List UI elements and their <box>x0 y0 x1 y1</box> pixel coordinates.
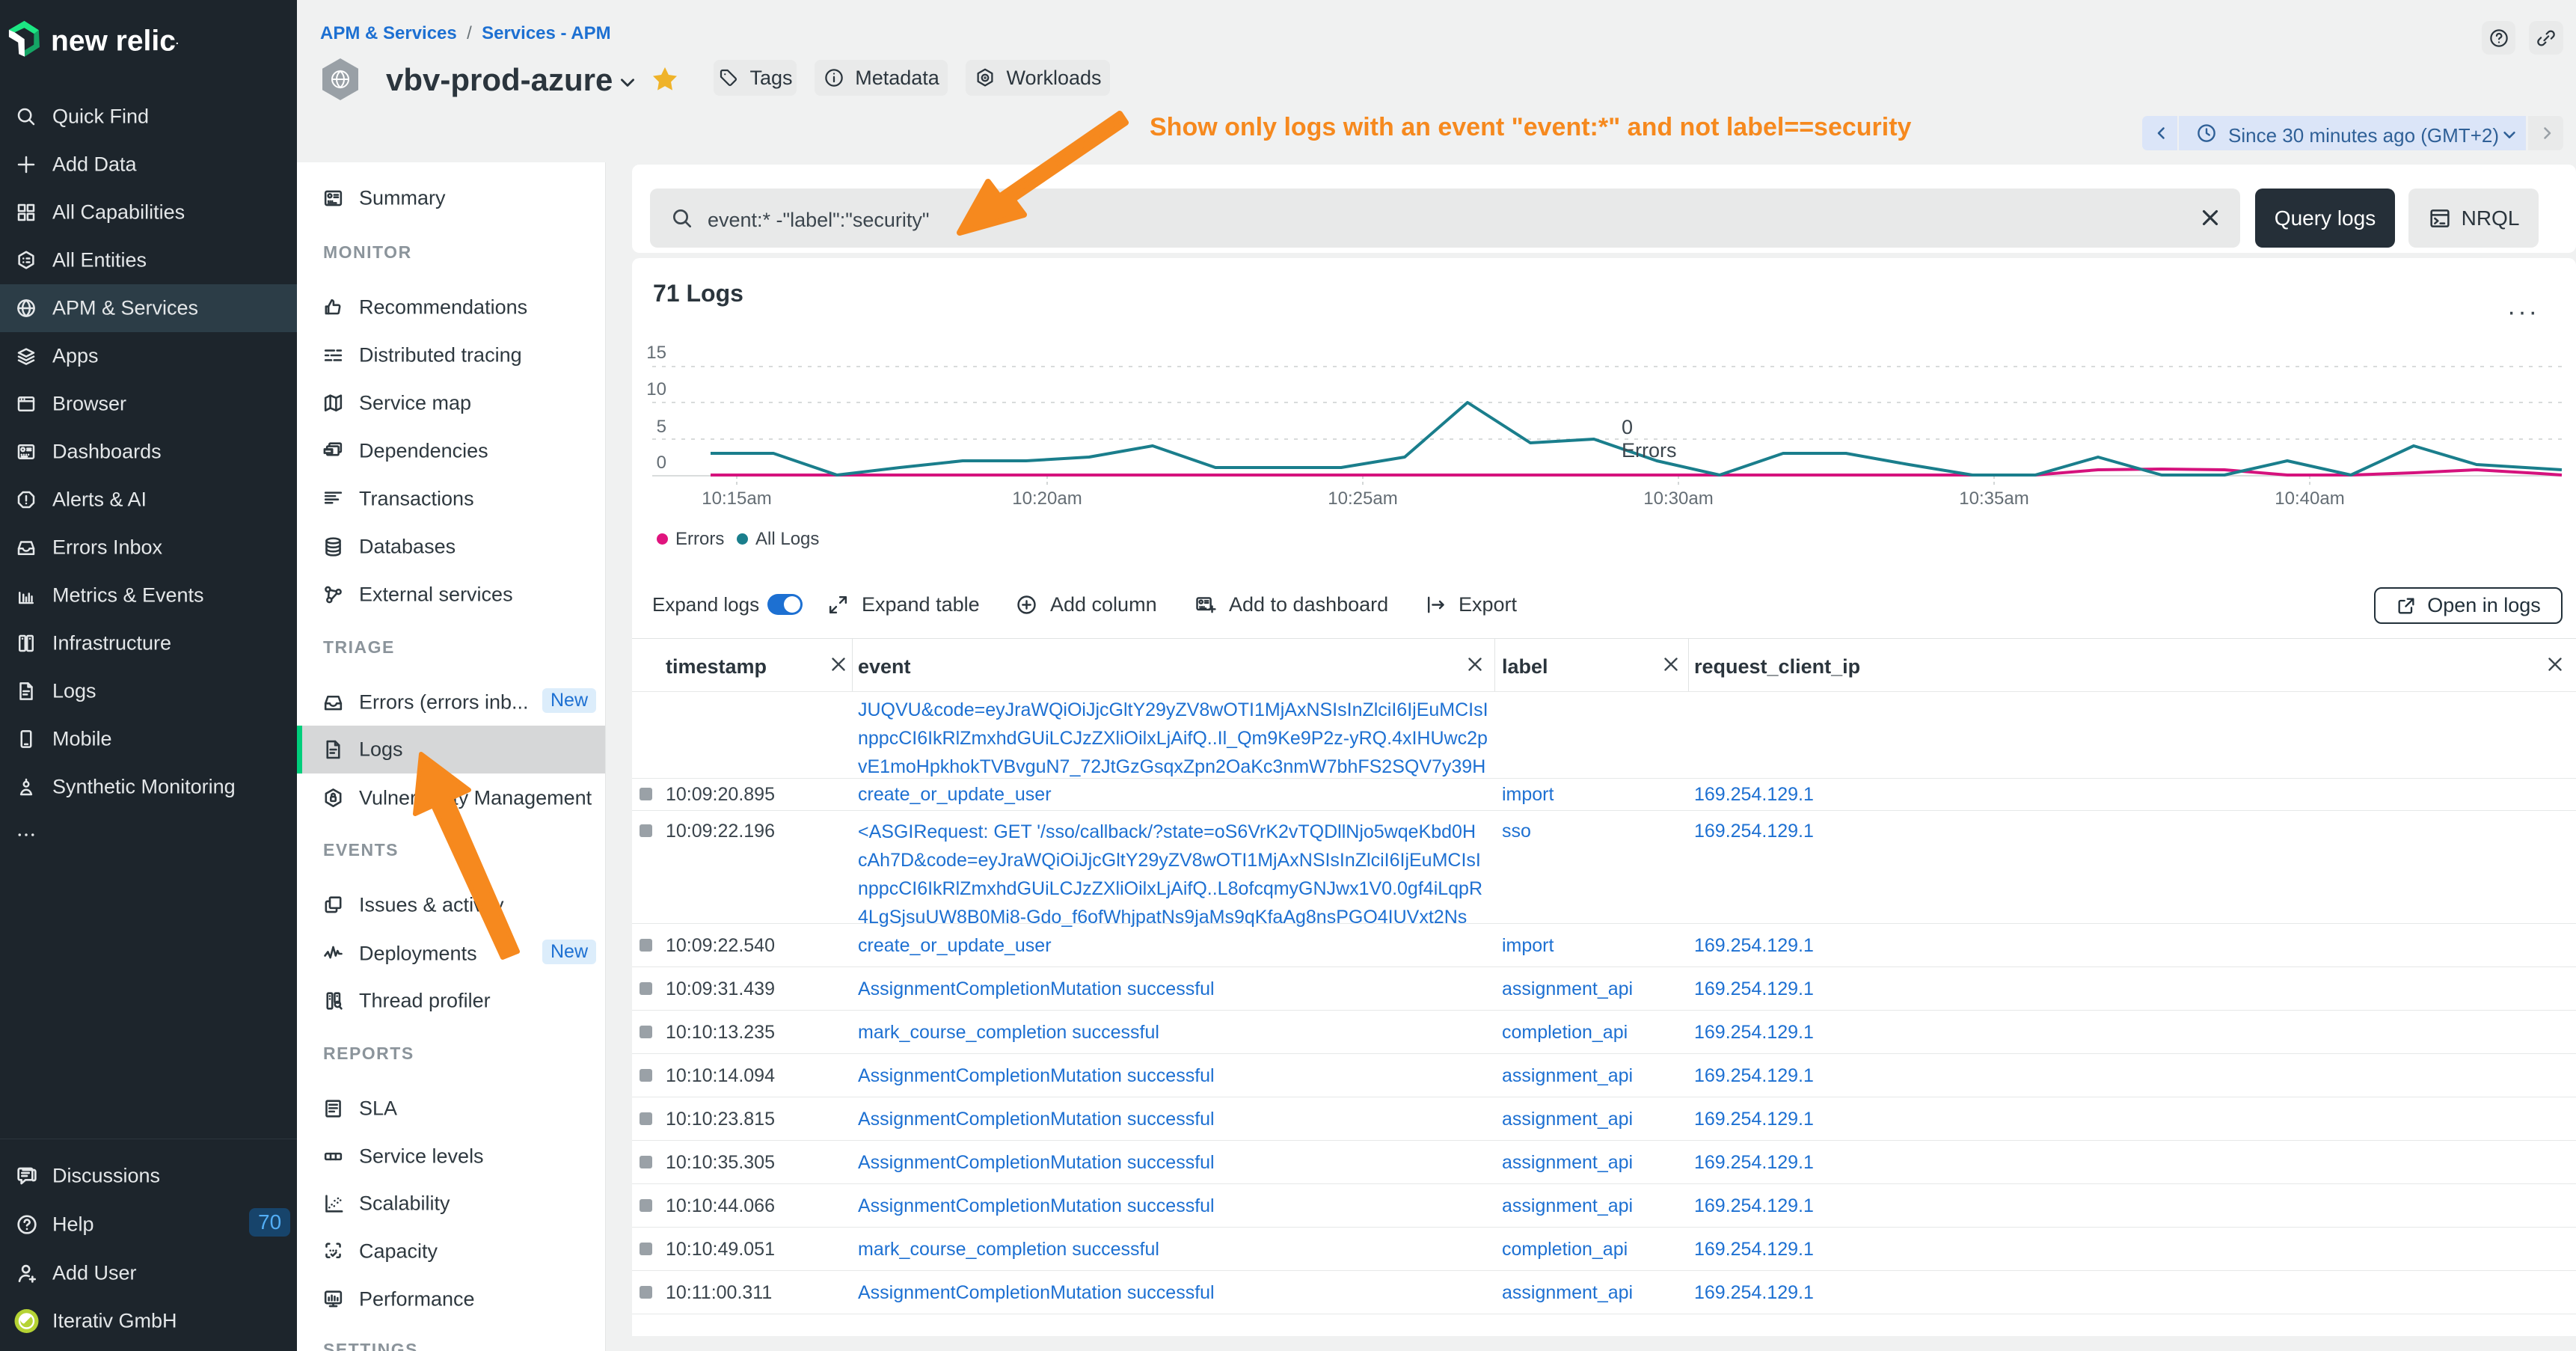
svg-text:new relic.: new relic. <box>51 25 179 57</box>
